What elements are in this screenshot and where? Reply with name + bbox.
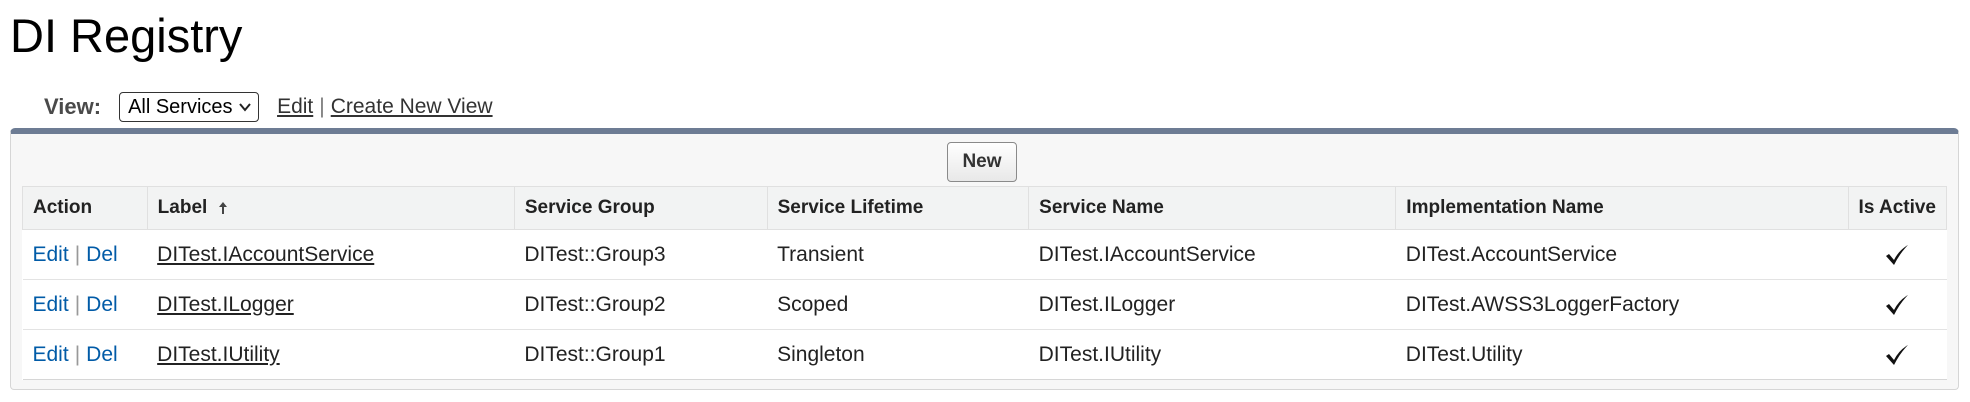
delete-row-link[interactable]: Del (86, 243, 118, 266)
link-separator: | (319, 95, 325, 118)
chevron-down-icon (239, 103, 251, 112)
service-lifetime-cell: Scoped (767, 279, 1029, 330)
list-panel: New Action Label Service Group Service L… (10, 128, 1959, 390)
create-new-view-link[interactable]: Create New View (331, 95, 493, 118)
view-label: View: (44, 94, 102, 119)
service-name-cell: DITest.IAccountService (1028, 229, 1396, 280)
header-service-lifetime[interactable]: Service Lifetime (766, 186, 1030, 230)
arrow-up-icon (219, 201, 228, 214)
service-group-cell: DITest::Group3 (514, 229, 768, 280)
header-implementation-name[interactable]: Implementation Name (1395, 186, 1849, 230)
service-lifetime-cell: Singleton (767, 329, 1029, 380)
header-service-group[interactable]: Service Group (513, 186, 768, 230)
implementation-name-cell: DITest.AccountService (1395, 229, 1849, 280)
table-row: Edit | Del DITest.IAccountService DITest::… (22, 229, 1947, 280)
checkmark-icon (1886, 344, 1909, 365)
action-separator: | (74, 242, 81, 266)
service-group-cell: DITest::Group2 (514, 279, 768, 330)
delete-row-link[interactable]: Del (86, 293, 118, 316)
is-active-cell (1848, 279, 1947, 330)
edit-view-link[interactable]: Edit (277, 95, 313, 118)
is-active-cell (1848, 329, 1947, 380)
table-row: Edit | Del DITest.ILogger DITest::Group2 S… (22, 279, 1947, 330)
service-name-cell: DITest.IUtility (1028, 329, 1396, 380)
record-label-link[interactable]: DITest.IAccountService (157, 243, 374, 266)
record-label-link[interactable]: DITest.ILogger (157, 293, 294, 316)
header-label-text: Label (157, 197, 208, 218)
service-group-cell: DITest::Group1 (514, 329, 768, 380)
services-table: Action Label Service Group Service Lifet… (22, 186, 1948, 380)
edit-row-link[interactable]: Edit (33, 343, 69, 366)
is-active-cell (1848, 229, 1947, 280)
record-label-link[interactable]: DITest.IUtility (157, 343, 280, 366)
table-row: Edit | Del DITest.IUtility DITest::Group1 … (22, 329, 1947, 380)
implementation-name-cell: DITest.AWSS3LoggerFactory (1395, 279, 1849, 330)
edit-row-link[interactable]: Edit (33, 243, 69, 266)
table-header-row: Action Label Service Group Service Lifet… (22, 186, 1948, 230)
edit-row-link[interactable]: Edit (33, 293, 69, 316)
label-cell: DITest.IUtility (147, 329, 515, 380)
action-cell: Edit | Del (22, 279, 148, 330)
header-label[interactable]: Label (146, 186, 515, 230)
service-name-cell: DITest.ILogger (1028, 279, 1396, 330)
new-button[interactable]: New (947, 142, 1017, 182)
view-links: Edit | Create New View (277, 95, 493, 119)
action-separator: | (74, 342, 81, 366)
page-title: DI Registry (10, 9, 243, 62)
view-bar: View: All Services Edit | Create New View (44, 92, 493, 122)
label-cell: DITest.IAccountService (147, 229, 515, 280)
action-cell: Edit | Del (22, 229, 148, 280)
view-select-value: All Services (128, 95, 233, 118)
delete-row-link[interactable]: Del (86, 343, 118, 366)
checkmark-icon (1886, 244, 1909, 265)
header-service-name[interactable]: Service Name (1028, 186, 1397, 230)
header-is-active[interactable]: Is Active (1847, 186, 1948, 230)
checkmark-icon (1886, 294, 1909, 315)
header-action: Action (22, 186, 148, 230)
implementation-name-cell: DITest.Utility (1395, 329, 1849, 380)
service-lifetime-cell: Transient (767, 229, 1029, 280)
action-separator: | (74, 292, 81, 316)
label-cell: DITest.ILogger (147, 279, 515, 330)
view-select[interactable]: All Services (119, 92, 260, 122)
action-cell: Edit | Del (22, 329, 148, 380)
